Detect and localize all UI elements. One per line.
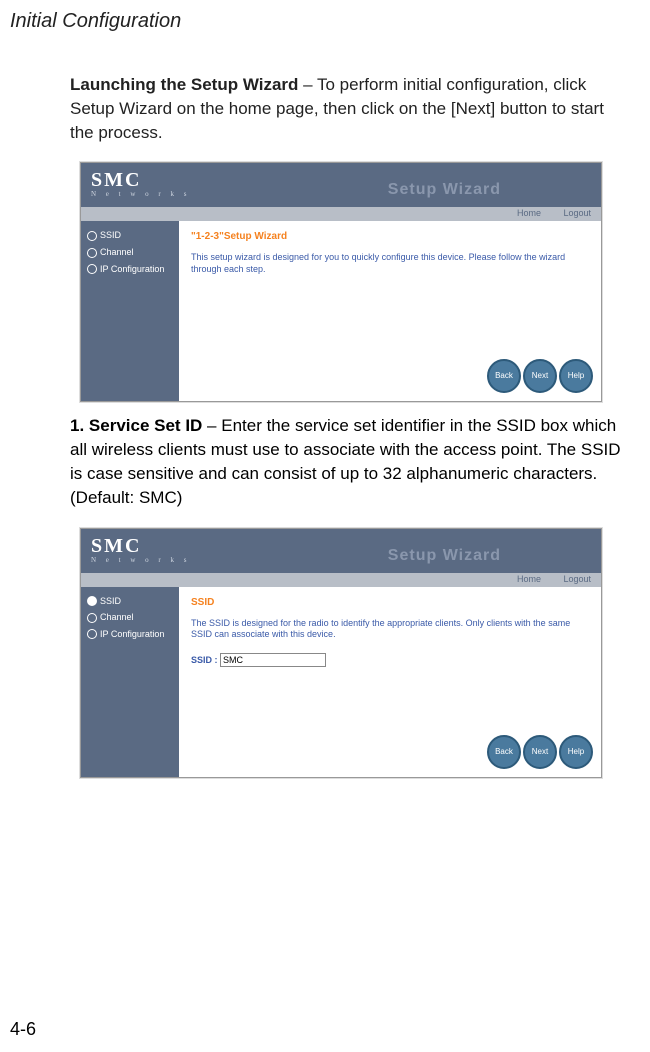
logo-big: SMC <box>91 535 141 557</box>
ss-header: SMC N e t w o r k s Setup Wizard <box>81 529 601 573</box>
bullet-icon <box>87 248 97 258</box>
ssid-input[interactable] <box>220 653 326 667</box>
ss-sidebar: SSID Channel IP Configuration <box>81 221 179 401</box>
ss-body: SSID Channel IP Configuration "1-2-3"Set… <box>81 221 601 401</box>
page-header: Initial Configuration <box>0 0 650 33</box>
bullet-filled-icon <box>87 596 97 606</box>
next-button[interactable]: Next <box>523 735 557 769</box>
wizard-intro-title: "1-2-3"Setup Wizard <box>191 231 589 242</box>
home-link[interactable]: Home <box>517 574 541 584</box>
logo-small: N e t w o r k s <box>91 190 190 198</box>
ss-main: SSID The SSID is designed for the radio … <box>179 587 601 777</box>
next-button[interactable]: Next <box>523 359 557 393</box>
help-button[interactable]: Help <box>559 359 593 393</box>
page-number: 4-6 <box>10 1019 36 1040</box>
logo-big: SMC <box>91 169 141 191</box>
back-button[interactable]: Back <box>487 359 521 393</box>
sidebar-item-channel[interactable]: Channel <box>85 609 175 626</box>
ssid-form-row: SSID : <box>191 653 589 667</box>
help-button[interactable]: Help <box>559 735 593 769</box>
screenshot-setup-wizard-intro: SMC N e t w o r k s Setup Wizard Home Lo… <box>80 162 602 402</box>
back-button[interactable]: Back <box>487 735 521 769</box>
ss-subbar: Home Logout <box>81 573 601 587</box>
bullet-icon <box>87 264 97 274</box>
logo-small: N e t w o r k s <box>91 556 190 564</box>
logout-link[interactable]: Logout <box>563 208 591 218</box>
screenshot-ssid-config: SMC N e t w o r k s Setup Wizard Home Lo… <box>80 528 602 778</box>
bullet-icon <box>87 629 97 639</box>
wizard-buttons: Back Next Help <box>487 359 593 393</box>
ssid-section-title: SSID <box>191 597 589 608</box>
ss-body: SSID Channel IP Configuration SSID The S… <box>81 587 601 777</box>
ss-sidebar: SSID Channel IP Configuration <box>81 587 179 777</box>
sidebar-item-ssid[interactable]: SSID <box>85 227 175 244</box>
smc-logo: SMC N e t w o r k s <box>91 169 190 198</box>
setup-wizard-title: Setup Wizard <box>388 181 501 199</box>
ss-header: SMC N e t w o r k s Setup Wizard <box>81 163 601 207</box>
sidebar-item-channel[interactable]: Channel <box>85 244 175 261</box>
bullet-icon <box>87 231 97 241</box>
home-link[interactable]: Home <box>517 208 541 218</box>
ss-main: "1-2-3"Setup Wizard This setup wizard is… <box>179 221 601 401</box>
smc-logo: SMC N e t w o r k s <box>91 535 190 564</box>
wizard-intro-text: This setup wizard is designed for you to… <box>191 252 589 275</box>
bullet-icon <box>87 613 97 623</box>
step-default: (Default: SMC) <box>70 488 182 507</box>
wizard-buttons: Back Next Help <box>487 735 593 769</box>
setup-wizard-title: Setup Wizard <box>388 547 501 565</box>
step-number: 1. <box>70 416 84 435</box>
ssid-section-text: The SSID is designed for the radio to id… <box>191 618 589 641</box>
sidebar-item-ssid[interactable]: SSID <box>85 593 175 610</box>
ss-subbar: Home Logout <box>81 207 601 221</box>
ssid-label: SSID : <box>191 655 218 665</box>
step-label: Service Set ID <box>89 416 202 435</box>
sidebar-item-ip[interactable]: IP Configuration <box>85 626 175 643</box>
launching-bold: Launching the Setup Wizard <box>70 75 298 94</box>
sidebar-item-ip[interactable]: IP Configuration <box>85 261 175 278</box>
launching-paragraph: Launching the Setup Wizard – To perform … <box>0 33 650 144</box>
logout-link[interactable]: Logout <box>563 574 591 584</box>
step-1: 1. Service Set ID – Enter the service se… <box>0 402 650 509</box>
